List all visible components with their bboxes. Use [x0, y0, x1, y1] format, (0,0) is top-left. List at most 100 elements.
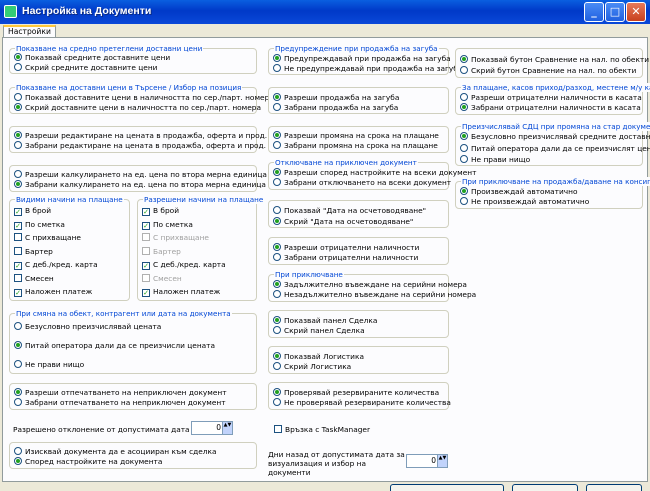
forbid-print-radio[interactable]: Забрани отпечатването на неприключен док… — [14, 398, 226, 408]
optional-serials-radio[interactable]: Незадължително въвеждане на серийни номе… — [273, 290, 476, 300]
checkbox-icon — [142, 246, 150, 255]
show-posting-date-radio[interactable]: Показвай "Дата на осчетоводяване" — [273, 206, 426, 216]
maximize-button[interactable]: □ — [605, 2, 625, 22]
require-serials-radio[interactable]: Задължително въвеждане на серийни номера — [273, 280, 467, 290]
hide-posting-date-radio[interactable]: Скрий "Дата на осчетоводяване" — [273, 217, 413, 227]
date-deviation-spinner[interactable]: 0 ▲▼ — [191, 421, 233, 435]
taskmanager-checkbox[interactable]: Връзка с TaskManager — [274, 425, 370, 435]
checkbox-label: Бартер — [25, 246, 53, 256]
hide-serial-prices-radio[interactable]: Скрий доставните цени в наличността по с… — [14, 103, 261, 113]
checkbox-icon: ✓ — [14, 221, 22, 230]
warn-loss-radio[interactable]: Предупреждавай при продажба на загуба — [273, 54, 451, 64]
payment-option-checkbox[interactable]: ✓ Наложен платеж — [142, 287, 220, 297]
group-title: Видими начини на плащане — [15, 195, 124, 204]
payment-option-checkbox[interactable]: ✓ По сметка — [142, 220, 193, 230]
payment-option-checkbox[interactable]: ✓ По сметка — [14, 220, 65, 230]
app-icon — [4, 5, 17, 18]
recalc-price-radio[interactable]: Безусловно преизчислявай цената — [14, 322, 161, 332]
group-loss-warning: Предупреждение при продажба на загуба Пр… — [268, 44, 462, 75]
payment-option-checkbox: С прихващане — [142, 233, 209, 243]
spinner-arrows-icon[interactable]: ▲▼ — [437, 455, 447, 467]
forbid-second-unit-radio[interactable]: Забрани калкулирането на ед. цена по вто… — [14, 180, 266, 190]
option-label: Разреши отрицателни наличности в касата — [471, 93, 642, 102]
radio-icon — [273, 290, 281, 298]
radio-icon — [460, 187, 468, 195]
minimize-button[interactable]: _ — [584, 2, 604, 22]
radio-icon — [14, 341, 22, 349]
group-title: Отключване на приключен документ — [274, 158, 418, 167]
forbid-negative-cash-radio[interactable]: Забрани отрицателни наличности в касата — [460, 103, 641, 113]
no-check-reserved-radio[interactable]: Не проверявай резервираните количества — [273, 398, 451, 408]
option-label: Не произвеждай автоматично — [471, 197, 590, 206]
payment-option-checkbox[interactable]: Бартер — [14, 246, 53, 257]
check-reserved-radio[interactable]: Проверявай резервираните количества — [273, 388, 439, 398]
cancel-button[interactable] — [512, 484, 578, 491]
option-label: Разреши промяна на срока на плащане — [284, 131, 439, 140]
group-title: За плащане, касов приход/разход, местене… — [461, 83, 650, 92]
payment-option-checkbox[interactable]: ✓ В брой — [142, 206, 179, 216]
no-warn-loss-radio[interactable]: Не предупреждавай при продажба на загуба — [273, 64, 462, 74]
group-compare-button: Показвай бутон Сравнение на нал. по обек… — [455, 48, 649, 78]
require-deal-radio[interactable]: Изисквай документа да е асоцииран към сд… — [14, 447, 217, 457]
payment-option-checkbox[interactable]: ✓ В брой — [14, 206, 51, 216]
allow-second-unit-radio[interactable]: Разреши калкулирането на ед. цена по вто… — [14, 170, 267, 180]
payment-option-checkbox[interactable]: ✓ С деб./кред. карта — [142, 260, 226, 270]
no-recalc-radio[interactable]: Не прави нищо — [460, 155, 530, 165]
option-label: Показвай бутон Сравнение на нал. по обек… — [471, 55, 650, 64]
help-button[interactable] — [586, 484, 642, 491]
hide-deal-panel-radio[interactable]: Скрий панел Сделка — [273, 326, 365, 336]
forbid-negative-qty-radio[interactable]: Забрани отрицателни наличности — [273, 253, 418, 263]
payment-option-checkbox[interactable]: ✓ Наложен платеж — [14, 287, 92, 297]
allow-loss-sale-radio[interactable]: Разреши продажба на загуба — [273, 93, 399, 103]
radio-icon — [14, 388, 22, 396]
days-back-spinner[interactable]: 0 ▲▼ — [406, 454, 448, 468]
show-logistics-radio[interactable]: Показвай Логистика — [273, 352, 364, 362]
hide-compare-radio[interactable]: Скрий бутон Сравнение на нал. по обекти — [460, 66, 636, 76]
option-label: Показвай доставните цени в наличността п… — [25, 93, 274, 102]
hide-average-prices-radio[interactable]: Скрий средните доставните цени — [14, 63, 157, 73]
option-label: Забрани отрицателни наличности — [284, 253, 419, 262]
allow-negative-qty-radio[interactable]: Разреши отрицателни наличности — [273, 243, 419, 253]
payment-option-checkbox: Смесен — [142, 273, 182, 284]
allow-print-radio[interactable]: Разреши отпечатването на неприключен док… — [14, 388, 227, 398]
hide-logistics-radio[interactable]: Скрий Логистика — [273, 362, 351, 372]
no-auto-produce-radio[interactable]: Не произвеждай автоматично — [460, 197, 589, 207]
radio-icon — [14, 360, 22, 368]
show-deal-panel-radio[interactable]: Показвай панел Сделка — [273, 316, 377, 326]
payment-option-checkbox[interactable]: Смесен — [14, 273, 54, 284]
option-label: Показвай "Дата на осчетоводяване" — [284, 206, 427, 215]
checkbox-icon: ✓ — [142, 289, 150, 297]
forbid-unlock-radio[interactable]: Забрани отключването на всеки документ — [273, 178, 451, 188]
checkbox-icon: ✓ — [142, 221, 150, 230]
radio-icon — [273, 243, 281, 251]
group-title: При приключване на продажба/даване на ко… — [461, 177, 650, 186]
group-title: При смяна на обект, контрагент или дата … — [15, 309, 232, 318]
payment-option-checkbox[interactable]: С прихващане — [14, 233, 81, 243]
allow-unlock-radio[interactable]: Разреши според настройките на всеки доку… — [273, 168, 476, 178]
ask-operator-radio[interactable]: Питай оператора дали да се преизчисли це… — [14, 341, 215, 351]
radio-icon — [460, 103, 468, 111]
payment-option-checkbox[interactable]: ✓ С деб./кред. карта — [14, 260, 98, 270]
allow-negative-cash-radio[interactable]: Разреши отрицателни наличности в касата — [460, 93, 642, 103]
group-recalc-avg: Преизчислявай СДЦ при промяна на стар до… — [455, 122, 650, 166]
ok-button[interactable] — [390, 484, 504, 491]
doc-settings-radio[interactable]: Според настройките на документа — [14, 457, 162, 467]
show-serial-prices-radio[interactable]: Показвай доставните цени в наличността п… — [14, 93, 274, 103]
allow-term-change-radio[interactable]: Разреши промяна на срока на плащане — [273, 131, 439, 141]
radio-icon — [460, 197, 468, 205]
show-average-prices-radio[interactable]: Показвай средните доставните цени — [14, 53, 170, 63]
option-label: Скрий "Дата на осчетоводяване" — [284, 217, 414, 226]
ask-recalc-radio[interactable]: Питай оператора дали да се преизчислят ц… — [460, 144, 650, 154]
close-button[interactable]: ✕ — [626, 2, 646, 22]
do-nothing-radio[interactable]: Не прави нищо — [14, 360, 84, 370]
radio-icon — [460, 66, 468, 74]
radio-icon — [273, 316, 281, 324]
checkbox-icon — [142, 233, 150, 241]
recalc-avg-radio[interactable]: Безусловно преизчислявай средните достав… — [460, 132, 650, 142]
forbid-term-change-radio[interactable]: Забрани промяна на срока на плащане — [273, 141, 438, 151]
group-logistics: Показвай Логистика Скрий Логистика — [268, 346, 449, 374]
show-compare-radio[interactable]: Показвай бутон Сравнение на нал. по обек… — [460, 55, 649, 65]
forbid-loss-sale-radio[interactable]: Забрани продажба на загуба — [273, 103, 398, 113]
auto-produce-radio[interactable]: Произвеждай автоматично — [460, 187, 578, 197]
spinner-arrows-icon[interactable]: ▲▼ — [222, 422, 232, 434]
